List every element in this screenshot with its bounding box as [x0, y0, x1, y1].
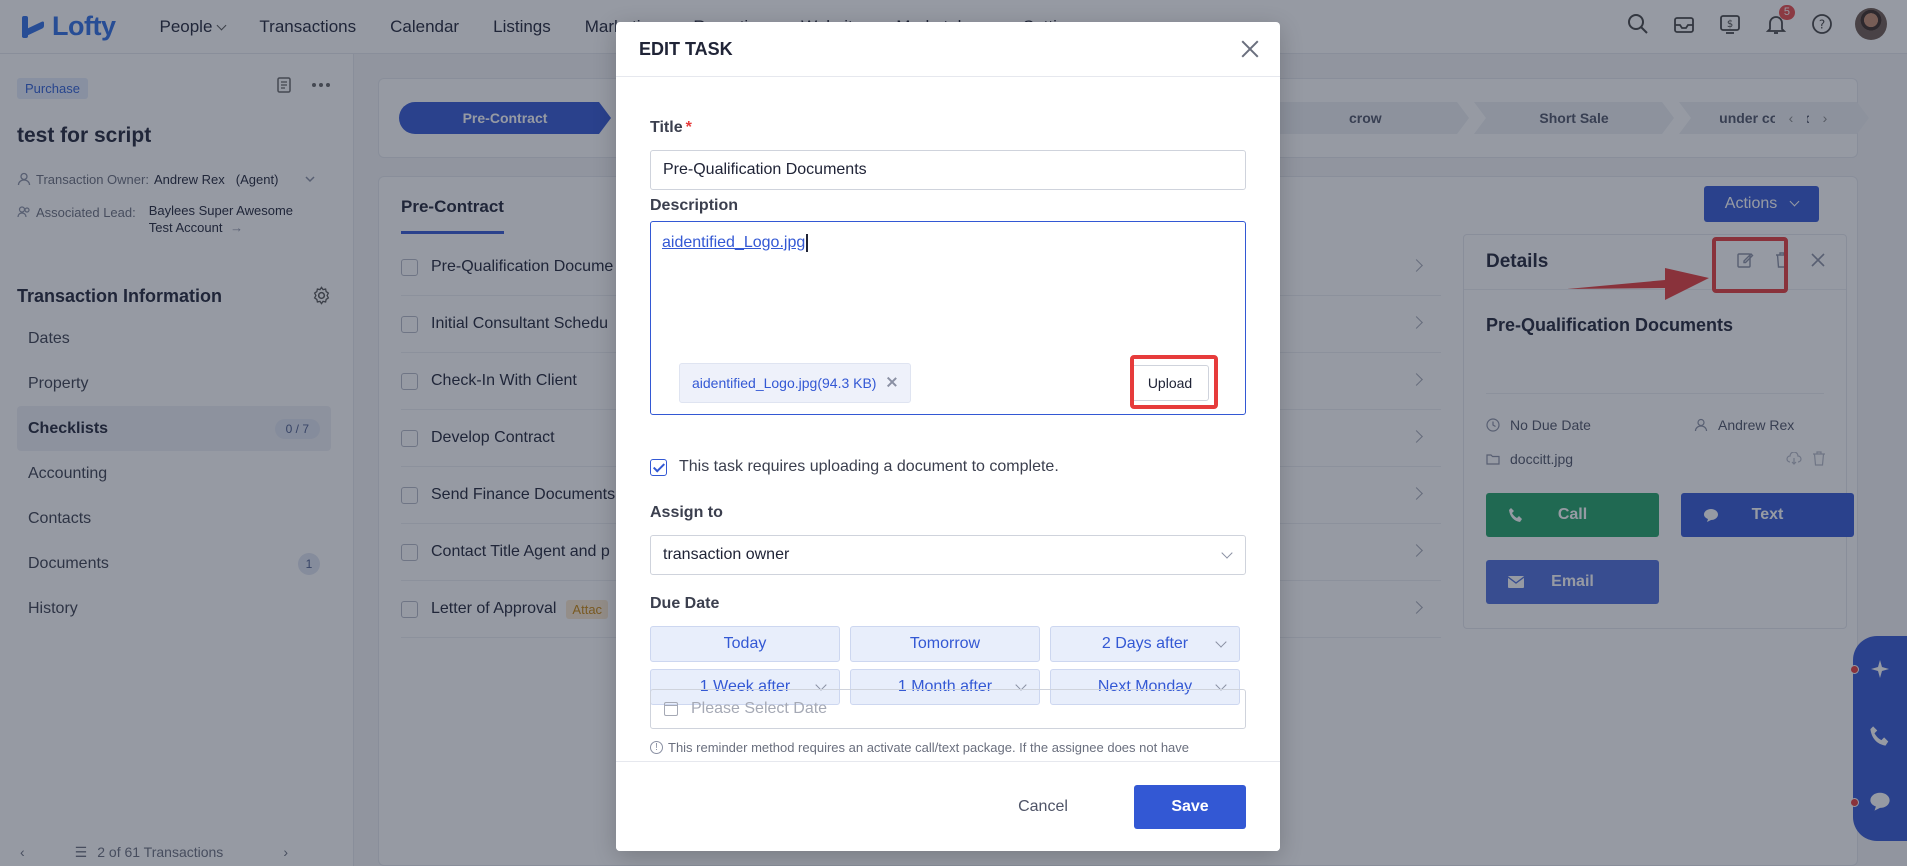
cancel-button[interactable]: Cancel [993, 785, 1093, 829]
modal-footer: Cancel Save [616, 761, 1280, 851]
required-asterisk: * [685, 119, 692, 136]
modal-body: Title * Pre-Qualification Documents Descr… [616, 77, 1280, 782]
title-label: Title * [650, 119, 692, 136]
attachment-chip[interactable]: aidentified_Logo.jpg(94.3 KB) [679, 363, 912, 403]
assign-select[interactable]: transaction owner [650, 535, 1246, 575]
due-days-after-select[interactable]: 2 Days after [1050, 626, 1240, 662]
chevron-down-icon [1221, 547, 1233, 559]
date-picker-input[interactable]: Please Select Date [650, 689, 1246, 729]
reminder-note: ! This reminder method requires an activ… [650, 740, 1189, 755]
due-date-label: Due Date [650, 595, 720, 612]
title-input[interactable]: Pre-Qualification Documents [650, 150, 1246, 190]
close-icon[interactable] [1240, 39, 1260, 59]
text-cursor [806, 234, 808, 252]
modal-title: EDIT TASK [639, 38, 733, 59]
chevron-down-icon [1215, 636, 1227, 648]
description-label: Description [650, 197, 739, 214]
assign-label: Assign to [650, 504, 723, 521]
save-button[interactable]: Save [1134, 785, 1246, 829]
info-icon: ! [650, 741, 663, 754]
modal-header: EDIT TASK [616, 22, 1280, 77]
description-editor[interactable]: aidentified_Logo.jpg aidentified_Logo.jp… [650, 221, 1246, 415]
due-tomorrow-button[interactable]: Tomorrow [850, 626, 1040, 662]
remove-attachment-icon[interactable] [886, 376, 898, 388]
calendar-icon [664, 702, 678, 716]
require-upload-checkbox[interactable] [650, 458, 667, 476]
upload-highlight-box [1130, 355, 1218, 409]
due-today-button[interactable]: Today [650, 626, 840, 662]
require-upload-option[interactable]: This task requires uploading a document … [650, 458, 1059, 476]
attachment-name: aidentified_Logo.jpg(94.3 KB) [692, 375, 877, 391]
description-attachment-link[interactable]: aidentified_Logo.jpg [662, 234, 808, 252]
edit-task-modal: EDIT TASK Title * Pre-Qualification Docum… [616, 22, 1280, 851]
